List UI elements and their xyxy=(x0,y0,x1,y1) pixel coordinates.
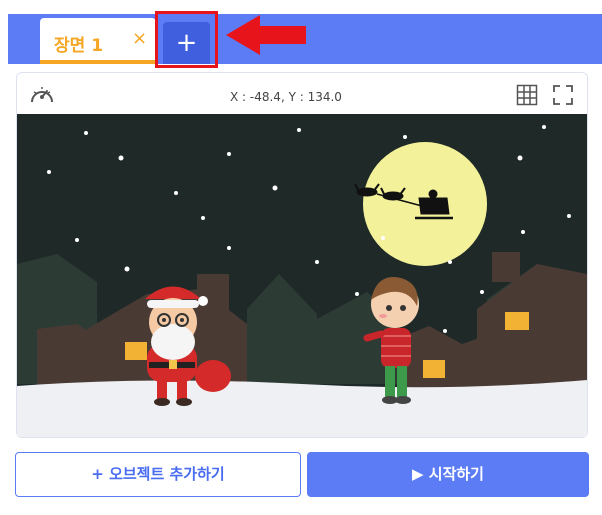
close-icon[interactable]: × xyxy=(132,28,147,49)
stage-canvas[interactable] xyxy=(17,114,587,437)
active-tab-indicator xyxy=(40,60,156,64)
fullscreen-icon[interactable] xyxy=(552,84,574,106)
add-object-button[interactable]: + 오브젝트 추가하기 xyxy=(15,452,301,497)
grid-icon[interactable] xyxy=(516,84,538,106)
add-scene-button[interactable]: + xyxy=(163,22,210,64)
start-button[interactable]: ▶ 시작하기 xyxy=(307,452,589,497)
pointer-arrow-icon xyxy=(226,15,306,55)
coordinate-readout: X : -48.4, Y : 134.0 xyxy=(230,90,342,104)
gauge-icon[interactable] xyxy=(29,83,55,107)
snow-ground xyxy=(17,380,587,437)
scene-tab-label: 장면 1 xyxy=(54,36,104,56)
